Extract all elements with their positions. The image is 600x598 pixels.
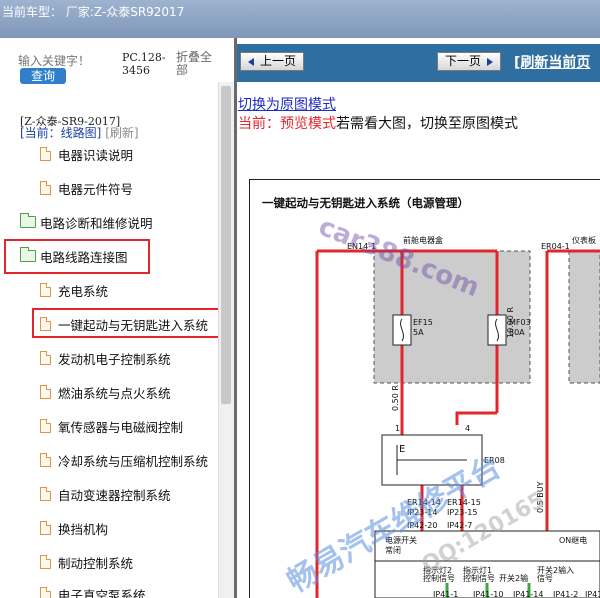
tree-item-component-symbols[interactable]: 电器元件符号 [40,178,133,198]
prev-page-label: 上一页 [259,54,296,68]
content-panel: 上一页 下一页 [刷新当前页 切换为原图模式 当前：预览模式若需看大图，切换至原… [237,38,600,598]
pin4-label: 4 [465,424,470,433]
wire-mf03-to-relay [455,411,497,425]
tree-item-vacuum-pump[interactable]: 电子真空泵系统 [40,584,146,598]
ip41-1-label: IP41-1 [433,590,458,598]
ef15-label: EF15 [413,318,433,327]
tree-item-label: 氧传感器与电磁阀控制 [58,419,184,435]
pc-code: PC.128-3456 [122,51,166,77]
wire-10r-label: 10.00 R [506,307,515,338]
tree-item-oxygen-sensor[interactable]: 氧传感器与电磁阀控制 [40,416,183,436]
highlight-box-item [32,308,220,338]
tree-item-engine-control[interactable]: 发动机电子控制系统 [40,348,171,368]
tree-item-label: 自动变速器控制系统 [58,487,171,503]
tree-item-label: 电子真空泵系统 [58,587,146,598]
wire-05r-label: 0.50 R [391,385,400,411]
tree-item-label: 冷却系统与压缩机控制系统 [58,453,209,469]
tree-folder-diagnosis[interactable]: 电路诊断和维修说明 [20,212,153,232]
current-model-title: 当前车型： 厂家:Z-众泰SR92017 [2,5,185,19]
page-nav-bar: 上一页 下一页 [刷新当前页 [237,44,600,82]
document-icon [40,587,51,598]
tree-item-label: 制动控制系统 [58,555,134,571]
ef15-amp-label: 5A [413,328,424,337]
wiring-diagram-svg: 前舱电器盒 EN14-1 ER04-1 仪表板 EF15 5A MF03 80A… [282,212,600,598]
current-view-row: [当前：线路图] [刷新] [20,124,139,141]
document-icon [40,283,51,297]
tree-item-label: 电器识读说明 [58,147,134,163]
switch2-output-label: 开关2输 [499,573,528,583]
tree-item-cooling[interactable]: 冷却系统与压缩机控制系统 [40,450,208,470]
ip41-10-label: IP41-10 [473,590,503,598]
document-icon [40,181,51,195]
tree-item-charging[interactable]: 充电系统 [40,280,108,300]
on-relay-label: ON继电 [559,535,587,545]
folder-icon [20,213,36,228]
document-icon [40,147,51,161]
document-icon [40,385,51,399]
highlight-box-folder [4,239,150,274]
switch2-signal-label: 信号 [537,573,553,583]
next-page-button[interactable]: 下一页 [437,52,501,71]
tree-item-shift-mechanism[interactable]: 换挡机构 [40,518,108,538]
next-page-label: 下一页 [444,54,481,68]
switch-original-mode-link[interactable]: 切换为原图模式 [238,94,336,114]
tree-item-brake-control[interactable]: 制动控制系统 [40,552,133,572]
sidebar: 查询 PC.128-3456 折叠全部 [Z-众泰-SR9-2017] [当前：… [0,38,234,598]
search-button[interactable]: 查询 [20,68,66,84]
sidebar-scrollbar-thumb[interactable] [221,86,231,404]
document-icon [40,351,51,365]
tree-item-label: 充电系统 [58,283,109,299]
document-icon [40,419,51,433]
wiring-diagram[interactable]: 一键起动与无钥匙进入系统（电源管理） 前舱电器盒 EN14-1 ER04-1 仪… [237,163,600,598]
indicator1-signal-label: 控制信号 [463,573,495,583]
document-icon [40,453,51,467]
ip41-14-label: IP41-14 [513,590,543,598]
tree-item-reading-guide[interactable]: 电器识读说明 [40,144,133,164]
ip41-3-label: IP41-3 [585,590,600,598]
collapse-all-link[interactable]: 折叠全部 [176,51,216,77]
pin1-label: 1 [395,424,400,433]
preview-mode-line: 当前：预览模式若需看大图，切换至原图模式 [238,113,518,133]
arrow-left-icon [247,57,254,66]
tree-item-label: 发动机电子控制系统 [58,351,171,367]
preview-mode-current: 当前：预览模式 [238,116,336,132]
tree-item-label: 电路诊断和维修说明 [40,215,153,231]
tree-item-label: 燃油系统与点火系统 [58,385,171,401]
preview-mode-hint: 若需看大图，切换至原图模式 [336,116,518,132]
document-icon [40,487,51,501]
tree-item-auto-transmission[interactable]: 自动变速器控制系统 [40,484,171,504]
relay-e-label: E [399,444,405,455]
document-icon [40,555,51,569]
er04-label: ER04-1 [541,242,570,251]
tree-item-fuel-ignition[interactable]: 燃油系统与点火系统 [40,382,171,402]
instrument-box-area [568,250,600,384]
ip41-2-label: IP41-2 [553,590,578,598]
title-bar: 当前车型： 厂家:Z-众泰SR92017 [0,0,600,38]
arrow-right-icon [487,57,493,66]
refresh-page-link[interactable]: [刷新当前页 [514,52,590,72]
instrument-label: 仪表板 [572,235,596,245]
front-box-label: 前舱电器盒 [403,235,443,245]
tree-item-label: 换挡机构 [58,521,109,537]
current-view-label: [当前：线路图] [20,126,102,140]
refresh-tree-link[interactable]: [刷新] [105,126,138,140]
prev-page-button[interactable]: 上一页 [240,52,304,71]
document-icon [40,521,51,535]
tree-item-label: 电器元件符号 [58,181,134,197]
